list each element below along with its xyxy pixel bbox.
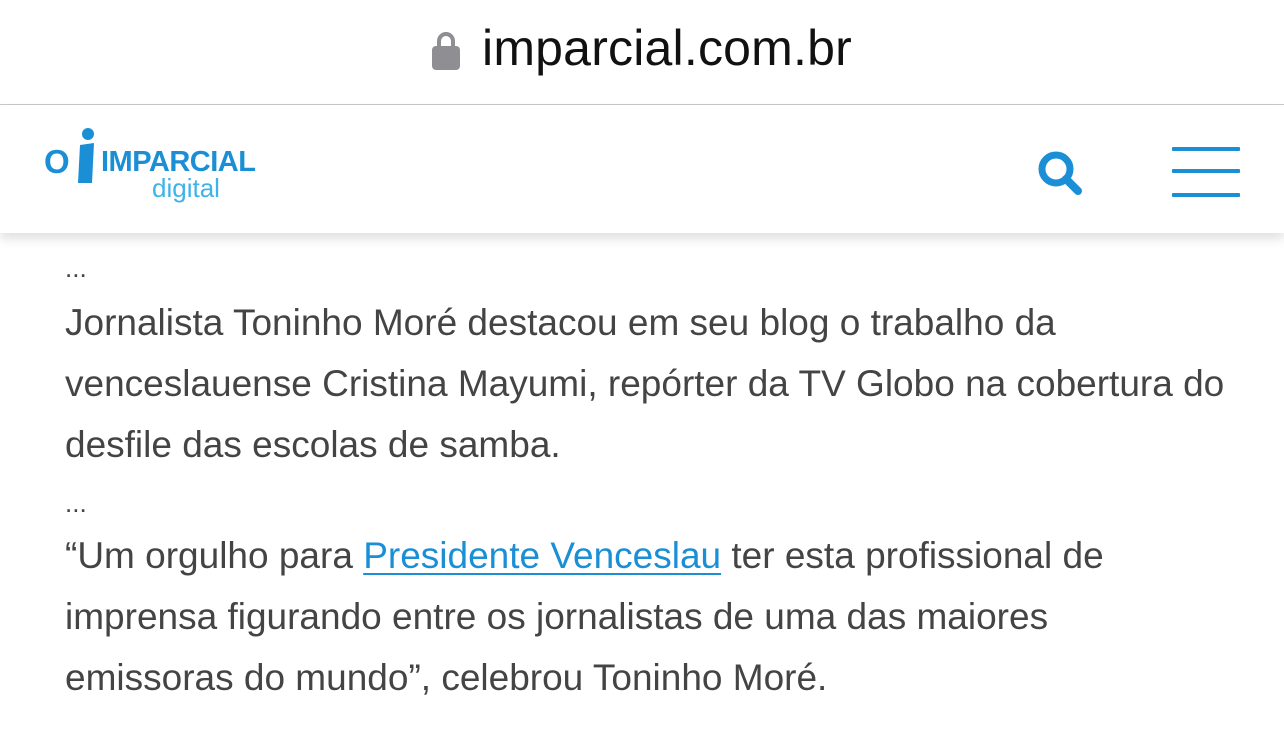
- lock-icon: [432, 32, 461, 70]
- search-icon: [1038, 151, 1082, 195]
- ellipsis-separator: ...: [65, 253, 87, 283]
- quote-text-start: “Um orgulho para: [65, 535, 364, 576]
- browser-address-bar[interactable]: imparcial.com.br: [0, 0, 1284, 105]
- menu-line-top: [1172, 147, 1240, 151]
- logo-sub: digital: [152, 173, 220, 203]
- article-paragraph: Jornalista Toninho Moré destacou em seu …: [65, 302, 1225, 465]
- hamburger-menu-button[interactable]: [1172, 145, 1240, 199]
- logo-prefix: O: [44, 143, 70, 180]
- presidente-venceslau-link[interactable]: Presidente Venceslau: [363, 535, 721, 576]
- site-logo[interactable]: O IMPARCIAL digital: [44, 127, 256, 207]
- menu-line-bottom: [1172, 193, 1240, 197]
- address-url[interactable]: imparcial.com.br: [482, 19, 852, 77]
- menu-line-middle: [1172, 169, 1240, 173]
- article-quote: “Um orgulho para Presidente Venceslau te…: [65, 525, 1225, 708]
- logo-i-mark: [78, 128, 94, 183]
- search-button[interactable]: [1034, 147, 1086, 199]
- article-body: ... Jornalista Toninho Moré destacou em …: [65, 236, 1225, 708]
- site-header: O IMPARCIAL digital: [0, 105, 1284, 233]
